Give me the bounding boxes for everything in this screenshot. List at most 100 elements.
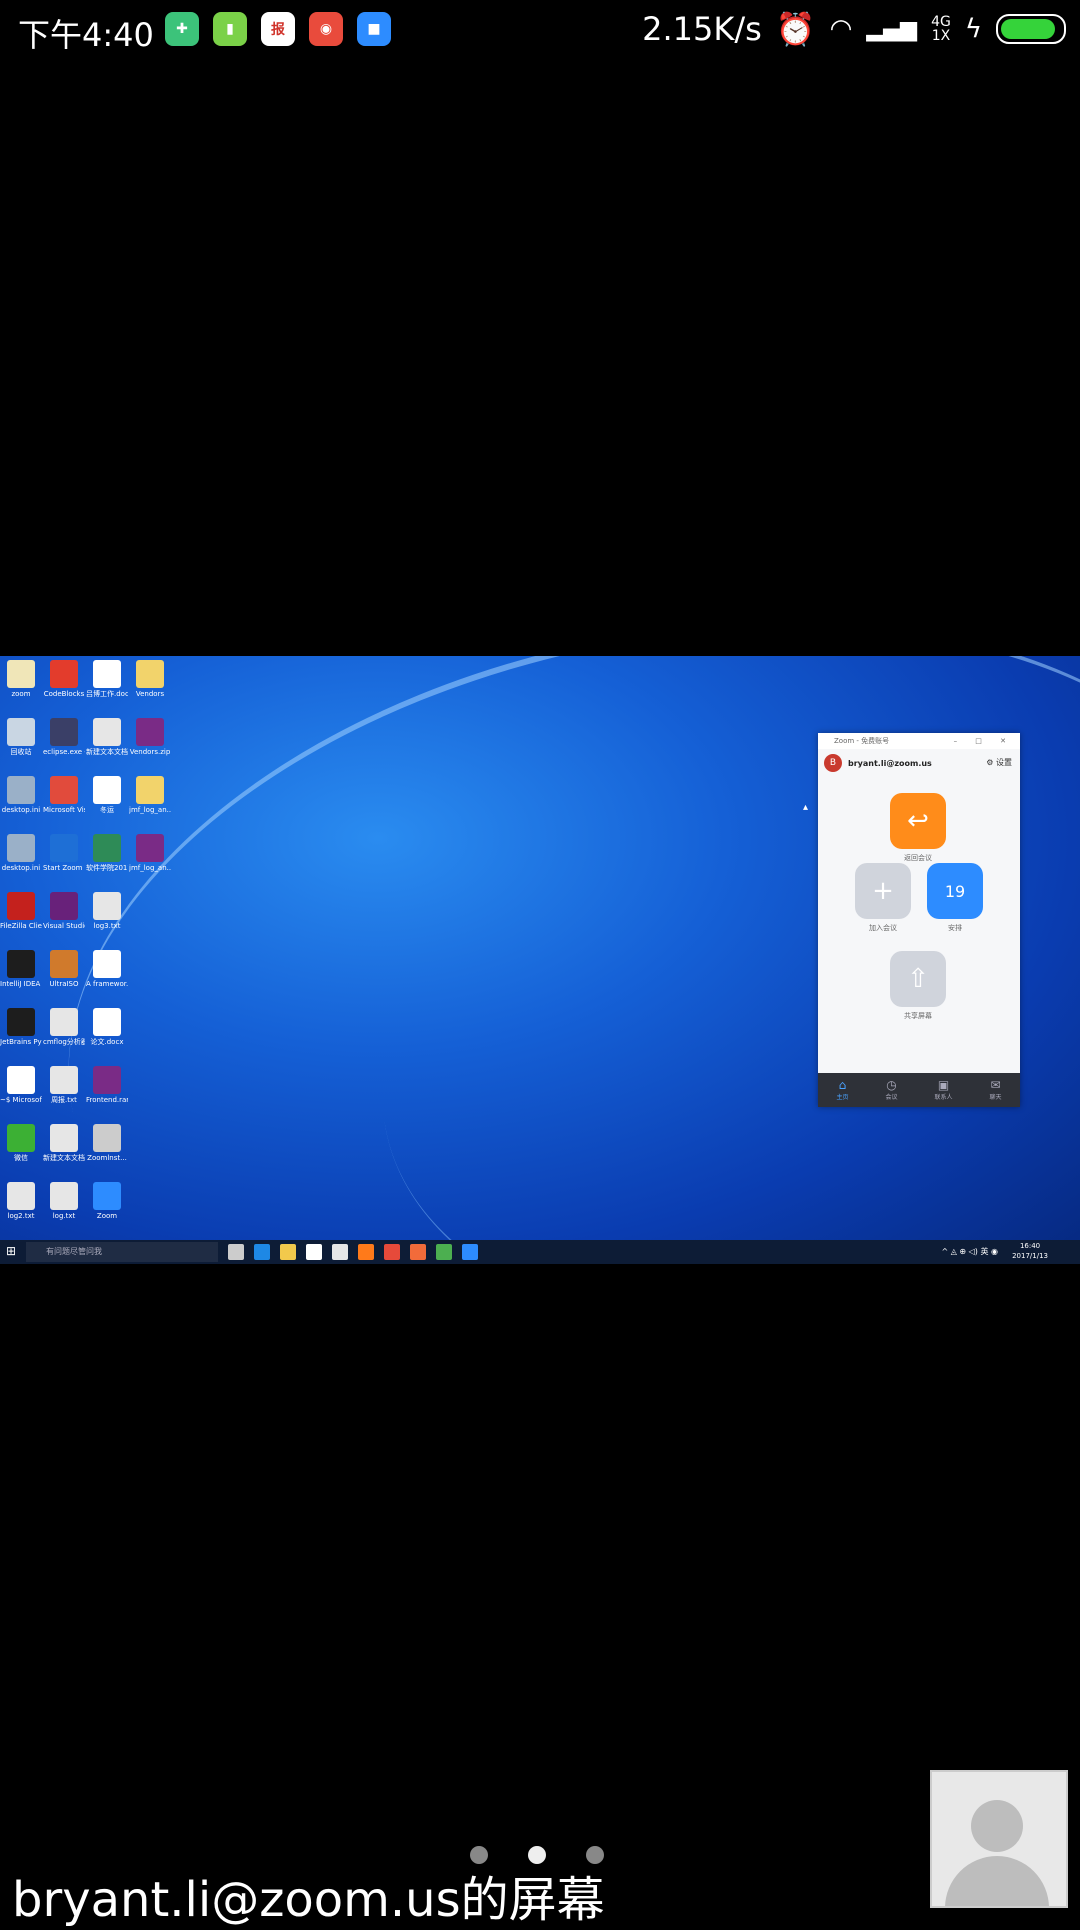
desktop-icon[interactable]: Start Zoom Rooms [43,834,85,872]
join-meeting-button[interactable]: + [855,863,911,919]
alarm-icon: ⏰ [775,10,816,48]
desktop-icon[interactable]: log2.txt [0,1182,42,1220]
desktop-icon[interactable]: A framewor... [86,950,128,988]
desktop-icon-glyph [93,718,121,746]
desktop-icon[interactable]: eclipse.exe - 快捷方式 [43,718,85,756]
desktop-icon-glyph [50,1066,78,1094]
desktop-icon-glyph [50,1182,78,1210]
desktop-icon-glyph [50,1124,78,1152]
nav-tab[interactable]: ▣ 联系人 [934,1073,952,1107]
desktop-icon-label: eclipse.exe - 快捷方式 [43,748,85,756]
window-controls[interactable]: – □ ✕ [954,733,1014,749]
desktop-icon[interactable]: Frontend.rar [86,1066,128,1104]
battery-fill [1001,19,1055,39]
desktop-icon-glyph [50,950,78,978]
desktop-icon[interactable]: Vendors.zip [129,718,171,756]
desktop-icon[interactable]: 吕博工作.docx [86,660,128,698]
avatar-placeholder-icon [971,1800,1023,1852]
desktop-icon[interactable]: 回收站 [0,718,42,756]
zoom-window[interactable]: Zoom - 免费账号 – □ ✕ B bryant.li@zoom.us ⚙ … [818,733,1020,1107]
desktop-icon[interactable]: Microsoft Visual Stu... [43,776,85,814]
avatar[interactable]: B [824,754,842,772]
desktop-icon[interactable]: Vendors [129,660,171,698]
desktop-icon-glyph [93,1182,121,1210]
battery-icon [996,14,1066,44]
return-to-meeting-button[interactable]: ↩ [890,793,946,849]
self-video-thumbnail[interactable] [930,1770,1068,1908]
shared-screen[interactable]: zoom CodeBlocks吕博工作.docx Vendors 回收站 eclipse… [0,656,1080,1264]
desktop-icon[interactable]: jmf_log_an... [129,834,171,872]
desktop-icon-label: 回收站 [10,748,32,756]
desktop-icon[interactable]: log3.txt [86,892,128,930]
zoom-user-row: B bryant.li@zoom.us ⚙ 设置 [818,749,1020,777]
desktop-icon-glyph [7,1066,35,1094]
taskbar-app-icon[interactable] [384,1244,400,1260]
nav-tab-icon: ▣ [937,1078,950,1092]
taskbar-app-icon[interactable] [254,1244,270,1260]
desktop-icon[interactable]: Zoom [86,1182,128,1220]
desktop-icon[interactable]: JetBrains PyCharm... [0,1008,42,1046]
desktop-icon-label: jmf_log_an... [129,864,171,872]
taskbar-clock[interactable]: 16:40 2017/1/13 [1012,1241,1048,1261]
desktop-icon-label: desktop.ini [1,864,41,872]
desktop-icon[interactable]: Zoomlnst... [86,1124,128,1162]
nav-tab[interactable]: ⌂ 主页 [836,1073,848,1107]
taskbar-app-icon[interactable] [462,1244,478,1260]
share-screen-button[interactable]: ⇧ [890,951,946,1007]
desktop-icon[interactable]: Visual Studio 2015 [43,892,85,930]
taskbar-app-icon[interactable] [280,1244,296,1260]
desktop-icon[interactable]: 微信 [0,1124,42,1162]
network-type-bottom: 1X [931,28,951,44]
system-tray[interactable]: ^ ◬ ⊕ ◁) 英 ◉ [941,1246,998,1257]
desktop-icon[interactable]: jmf_log_an... [129,776,171,814]
desktop-icon-label: cmflog分析器工作... [43,1038,85,1046]
nav-tab[interactable]: ◷ 会议 [885,1073,897,1107]
taskbar-app-icon[interactable] [410,1244,426,1260]
zoom-window-titlebar: Zoom - 免费账号 – □ ✕ [818,733,1020,749]
desktop-icon[interactable]: 冬运 [86,776,128,814]
desktop-icon[interactable]: IntelliJ IDEA 2016.2.4(64) [0,950,42,988]
desktop-icon-glyph [7,950,35,978]
desktop-icon-label: Zoomlnst... [87,1154,127,1162]
schedule-label: 安排 [948,924,962,932]
desktop-icon[interactable]: cmflog分析器工作... [43,1008,85,1046]
settings-button[interactable]: ⚙ 设置 [986,757,1012,768]
status-bar: 下午4:40 ✚ ▮ 报 ◉ ■ 2.15K/s ⏰ ◠ ▂▄▆ 4G 1X ϟ [0,0,1080,62]
desktop-icon-label: UltraISO [49,980,79,988]
desktop-icon[interactable]: ~$ Microsof... [0,1066,42,1104]
nav-tab-label: 聊天 [989,1094,1002,1101]
taskbar-app-icon[interactable] [306,1244,322,1260]
zoom-window-title: Zoom - 免费账号 [834,737,890,745]
desktop-icon-label: Vendors.zip [129,748,171,756]
desktop-icon-label: log3.txt [93,922,121,930]
desktop-icon-glyph [7,1124,35,1152]
taskbar-app-icon[interactable] [228,1244,244,1260]
taskbar-app-icon[interactable] [436,1244,452,1260]
desktop-icon-glyph [93,1066,121,1094]
desktop-icon[interactable]: UltraISO [43,950,85,988]
desktop-icon[interactable]: 周报.txt [43,1066,85,1104]
taskbar-app-icon[interactable] [358,1244,374,1260]
desktop-icon[interactable]: desktop.ini [0,834,42,872]
desktop-icon-label: Visual Studio 2015 [43,922,85,930]
desktop-icon-label: IntelliJ IDEA 2016.2.4(64) [0,980,42,988]
desktop-icon-label: 论文.docx [90,1038,124,1046]
desktop-icon[interactable]: CodeBlocks [43,660,85,698]
windows-start-icon[interactable]: ⊞ [6,1244,16,1258]
schedule-button[interactable]: 19 [927,863,983,919]
desktop-icon[interactable]: 新建文本文档.txt [43,1124,85,1162]
desktop-icon[interactable]: 新建文本文档(2).txt [86,718,128,756]
taskbar-date: 2017/1/13 [1012,1252,1048,1260]
desktop-icon[interactable]: 软件学院2017届毕... [86,834,128,872]
desktop-icon-label: 新建文本文档.txt [43,1154,85,1162]
cortana-search-input[interactable]: 有问题尽管问我 [26,1242,218,1262]
nav-tab-icon: ◷ [886,1078,897,1092]
desktop-icon[interactable]: desktop.ini [0,776,42,814]
taskbar-app-icon[interactable] [332,1244,348,1260]
desktop-icon[interactable]: 论文.docx [86,1008,128,1046]
desktop-icon[interactable]: zoom [0,660,42,698]
battery-app-icon: ▮ [213,12,247,46]
desktop-icon[interactable]: log.txt [43,1182,85,1220]
nav-tab[interactable]: ✉ 聊天 [989,1073,1001,1107]
desktop-icon[interactable]: FileZilla Client [0,892,42,930]
